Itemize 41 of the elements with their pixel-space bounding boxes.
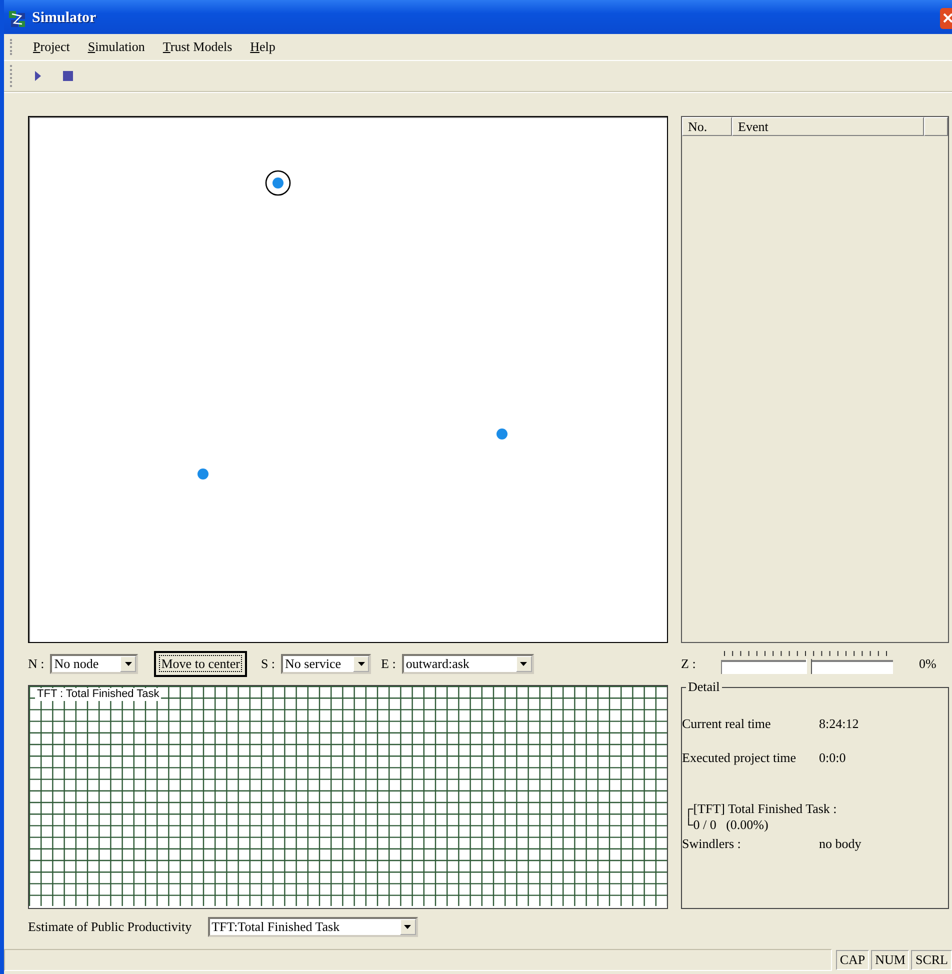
close-icon[interactable] [940,8,952,29]
status-indicator: CAP [836,950,870,970]
stop-icon[interactable] [62,70,74,82]
estimate-select[interactable]: TFT:Total Finished Task [208,917,418,937]
menu-item[interactable]: Trust Models [154,37,242,57]
zoom-slider[interactable] [721,651,893,677]
detail-label: Executed project time [682,750,798,766]
tft-value: └0 / 0 (0.00%) [684,817,770,833]
column-header[interactable]: Event [732,117,924,136]
detail-value: no body [819,836,862,852]
event-label: E : [381,656,396,672]
menu-item[interactable]: Simulation [78,37,154,57]
detail-label: Swindlers : [682,836,742,852]
status-indicator: NUM [871,950,910,970]
estimate-label: Estimate of Public Productivity [28,919,192,935]
column-header[interactable] [924,117,948,136]
detail-title: Detail [687,679,721,695]
node-select[interactable]: No node [50,654,138,674]
event-select[interactable]: outward:ask [402,654,534,674]
service-label: S : [260,656,276,672]
move-to-center-button[interactable]: Move to center [154,651,247,677]
menu-item[interactable]: Help [241,37,284,57]
dropdown-arrow-icon [404,925,412,929]
node[interactable] [264,169,292,197]
zoom-reading: 0% [919,656,936,672]
tft-heading: ┌[TFT] Total Finished Task : [684,801,838,817]
menu-item[interactable]: Project [24,37,79,57]
zoom-label: Z : [681,656,697,672]
service-select[interactable]: No service [281,654,372,674]
node-label: N : [28,656,44,672]
window-title: Simulator [32,10,98,27]
status-indicator: SCRL [911,950,952,970]
column-header[interactable]: No. [682,117,732,136]
detail-label: Current real time [682,716,772,732]
chart-title: TFT : Total Finished Task [35,688,162,701]
dropdown-arrow-icon [124,662,132,666]
dropdown-arrow-icon [520,662,528,666]
app-icon [8,10,26,28]
detail-value: 0:0:0 [819,750,846,766]
detail-value: 8:24:12 [819,716,859,732]
dropdown-arrow-icon [358,662,365,666]
